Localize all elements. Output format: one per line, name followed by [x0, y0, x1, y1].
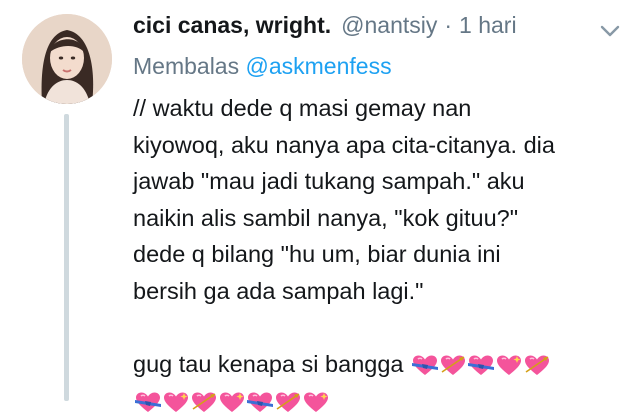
- heart-with-arrow-icon: [524, 354, 550, 378]
- heart-with-ribbon-icon: [412, 354, 439, 378]
- heart-with-ribbon-icon: [135, 391, 161, 415]
- user-handle[interactable]: @nantsiy: [341, 12, 437, 39]
- sparkling-heart-icon: [163, 391, 189, 415]
- tweet[interactable]: cici canas, wright. @nantsiy · 1 hari Me…: [0, 0, 640, 412]
- separator-dot: ·: [444, 12, 453, 38]
- tweet-text-closing-line: gug tau kenapa si bangga: [133, 346, 633, 383]
- sparkling-heart-icon: [496, 354, 522, 378]
- heart-with-ribbon-icon: [247, 391, 273, 415]
- emoji-row: [410, 354, 550, 378]
- display-name[interactable]: cici canas, wright.: [133, 12, 331, 39]
- sparkling-heart-icon: [303, 391, 329, 415]
- tweet-header: cici canas, wright. @nantsiy · 1 hari: [133, 12, 517, 46]
- timestamp[interactable]: 1 hari: [459, 12, 517, 39]
- tweet-text-line: dede q bilang "hu um, biar dunia ini: [133, 241, 501, 268]
- tweet-text-line: // waktu dede q masi gemay nan: [133, 95, 472, 121]
- heart-with-arrow-icon: [440, 354, 466, 378]
- closing-text: gug tau kenapa si bangga: [133, 351, 404, 378]
- tweet-text-line: naikin alis sambil nanya, "kok gituu?": [133, 204, 519, 231]
- heart-with-ribbon-icon: [468, 354, 495, 378]
- sparkling-heart-icon: [219, 391, 245, 415]
- reply-prefix: Membalas: [133, 53, 240, 79]
- tweet-text-line: jawab "mau jadi tukang sampah." aku: [133, 168, 525, 195]
- chevron-down-icon[interactable]: [598, 22, 622, 40]
- emoji-row: [133, 391, 329, 415]
- reply-mention-link[interactable]: @askmenfess: [246, 53, 392, 79]
- reply-context: Membalas @askmenfess: [133, 53, 392, 80]
- tweet-text: // waktu dede q masi gemay nan kiyowoq, …: [133, 90, 633, 419]
- heart-with-arrow-icon: [275, 391, 301, 415]
- avatar-image: [22, 14, 112, 104]
- tweet-text-line: kiyowoq, aku nanya apa cita-citanya. dia: [133, 131, 555, 158]
- avatar[interactable]: [22, 14, 112, 104]
- thread-connector-line: [64, 114, 69, 401]
- tweet-text-line: bersih ga ada sampah lagi.": [133, 277, 424, 304]
- heart-with-arrow-icon: [191, 391, 217, 415]
